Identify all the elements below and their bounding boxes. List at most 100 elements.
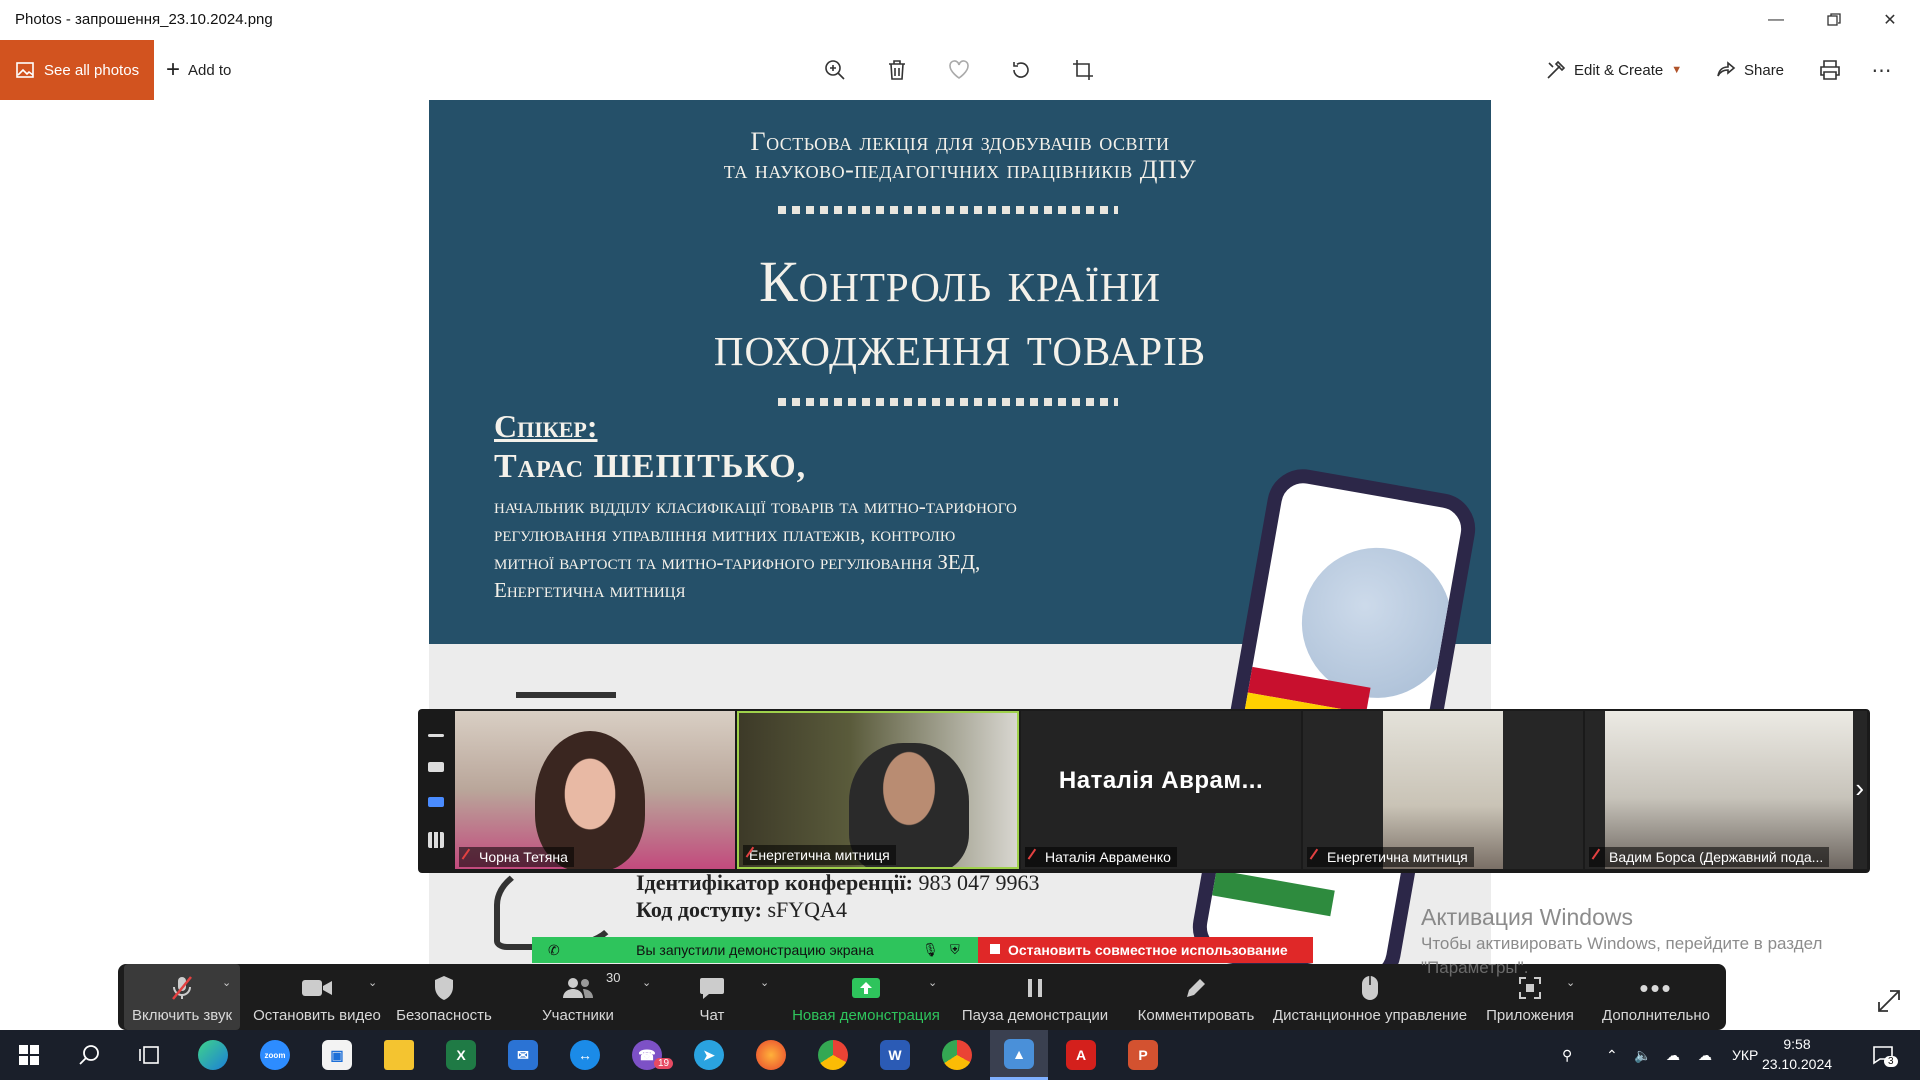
start-icon[interactable]	[0, 1030, 58, 1080]
conference-id: Ідентифікатор конференції: 983 047 9963	[636, 870, 1039, 896]
see-all-photos-button[interactable]: See all photos	[0, 40, 154, 100]
delete-icon[interactable]	[877, 40, 917, 100]
sharing-status-bar[interactable]: ✆ Вы запустили демонстрацию экрана 🎙 ⛨	[532, 937, 978, 963]
excel-icon[interactable]: X	[432, 1030, 490, 1080]
notification-count: 3	[1884, 1056, 1898, 1067]
favorite-icon[interactable]	[939, 40, 979, 100]
fullscreen-expand-icon[interactable]	[1876, 988, 1902, 1014]
minimize-strip-icon[interactable]	[428, 734, 444, 737]
chevron-right-icon[interactable]: ›	[1855, 773, 1864, 804]
video-tile[interactable]: Енергетична митниця	[1303, 711, 1583, 869]
speaker-desc-line: митної вартості та митно-тарифного регул…	[494, 550, 981, 574]
chrome-2-icon[interactable]	[928, 1030, 986, 1080]
video-camera-icon	[301, 973, 333, 1003]
chevron-up-icon[interactable]: ⌄	[222, 976, 231, 989]
strip-view-controls	[418, 709, 454, 873]
system-clock[interactable]: 9:58 23.10.2024	[1752, 1034, 1842, 1074]
chrome-icon[interactable]	[804, 1030, 862, 1080]
edge-icon[interactable]	[184, 1030, 242, 1080]
windows-taskbar: zoom ▣ X ✉ ↔ ☎ 19 ➤ W ▲ A P ⚲ ⌃ 🔈 ☁ ☁ УК…	[0, 1030, 1920, 1080]
task-view-icon[interactable]	[120, 1030, 178, 1080]
unmute-label: Включить звук	[131, 1007, 233, 1024]
restore-icon[interactable]	[1806, 0, 1862, 40]
people-icon[interactable]: ⚲	[1562, 1030, 1572, 1080]
shield-icon	[433, 973, 455, 1003]
annotate-label: Комментировать	[1137, 1007, 1255, 1024]
pause-share-label: Пауза демонстрации	[961, 1007, 1109, 1024]
chevron-up-icon[interactable]: ⌄	[368, 976, 377, 989]
teamviewer-icon[interactable]: ↔	[556, 1030, 614, 1080]
video-tile[interactable]: Чорна Тетяна	[455, 711, 735, 869]
zoom-in-icon[interactable]	[815, 40, 855, 100]
chevron-down-icon: ▼	[1671, 64, 1683, 76]
sharing-status-text: Вы запустили демонстрацию экрана	[636, 942, 874, 958]
video-thumbnail-strip: Чорна Тетяна Енергетична митниця Наталія…	[418, 709, 1870, 873]
powerpoint-icon[interactable]: P	[1114, 1030, 1172, 1080]
chevron-up-icon[interactable]: ⌄	[760, 976, 769, 989]
more-icon[interactable]: ⋯	[1862, 40, 1902, 100]
mail-icon[interactable]: ✉	[494, 1030, 552, 1080]
photos-toolbar: See all photos + Add to Edit & Create ▼ …	[0, 40, 1920, 100]
firefox-icon[interactable]	[742, 1030, 800, 1080]
pause-icon	[1025, 973, 1045, 1003]
video-tile[interactable]: Вадим Борса (Державний пода...	[1585, 711, 1867, 869]
speaker-name: Тарас ШЕПІТЬКО,	[494, 448, 807, 485]
stop-video-button[interactable]: Остановить видео	[252, 964, 382, 1030]
windows-activation-watermark: Активация Windows Чтобы активировать Win…	[1421, 902, 1822, 980]
security-button[interactable]: Безопасность	[394, 964, 494, 1030]
share-button[interactable]: Share	[1716, 40, 1784, 100]
notifications-icon[interactable]: 3	[1872, 1030, 1898, 1080]
chat-button[interactable]: Чат	[682, 964, 742, 1030]
print-icon[interactable]	[1810, 40, 1850, 100]
add-to-button[interactable]: + Add to	[166, 40, 231, 100]
rotate-icon[interactable]	[1001, 40, 1041, 100]
onedrive-icon[interactable]: ☁	[1666, 1030, 1680, 1080]
chevron-up-icon[interactable]: ⌃	[1606, 1030, 1618, 1080]
poster-divider	[778, 398, 1118, 406]
acrobat-icon[interactable]: A	[1052, 1030, 1110, 1080]
store-icon[interactable]: ▣	[308, 1030, 366, 1080]
share-screen-icon	[851, 973, 881, 1003]
annotate-button[interactable]: Комментировать	[1128, 964, 1264, 1030]
chevron-up-icon[interactable]: ⌄	[928, 976, 937, 989]
chevron-up-icon[interactable]: ⌄	[642, 976, 651, 989]
viber-icon[interactable]: ☎ 19	[618, 1030, 676, 1080]
strip-view-icon[interactable]	[428, 797, 444, 807]
explorer-icon[interactable]	[370, 1030, 428, 1080]
access-code-label: Код доступу:	[636, 897, 762, 922]
chat-icon	[699, 973, 725, 1003]
unmute-button[interactable]: Включить звук	[124, 964, 240, 1030]
mic-muted-icon[interactable]: 🎙	[922, 942, 939, 958]
access-code: Код доступу: sFYQA4	[636, 897, 847, 923]
pause-share-button[interactable]: Пауза демонстрации	[960, 964, 1110, 1030]
photos-icon[interactable]: ▲	[990, 1030, 1048, 1080]
security-label: Безопасность	[396, 1007, 492, 1024]
edit-create-button[interactable]: Edit & Create ▼	[1546, 40, 1682, 100]
single-view-icon[interactable]	[428, 762, 444, 772]
grid-view-icon[interactable]	[428, 832, 444, 848]
window-title: Photos - запрошення_23.10.2024.png	[15, 11, 273, 28]
telegram-icon[interactable]: ➤	[680, 1030, 738, 1080]
mic-muted-icon	[171, 973, 193, 1003]
participants-icon	[561, 973, 595, 1003]
volume-icon[interactable]: 🔈	[1634, 1030, 1651, 1080]
close-icon[interactable]: ✕	[1862, 0, 1918, 40]
participant-name: Наталія Авраменко	[1025, 847, 1177, 867]
shield-icon: ⛨	[950, 942, 960, 957]
video-tile[interactable]: Наталія Аврам... Наталія Авраменко	[1021, 711, 1301, 869]
new-share-button[interactable]: Новая демонстрация	[792, 964, 940, 1030]
participant-display-name: Наталія Аврам...	[1058, 767, 1264, 794]
video-tile-active[interactable]: Енергетична митниця	[737, 711, 1019, 869]
speaker-desc-line: Енергетична митниця	[494, 578, 686, 602]
stop-sharing-button[interactable]: Остановить совместное использование	[978, 937, 1313, 963]
cloud-icon[interactable]: ☁	[1698, 1030, 1712, 1080]
search-icon[interactable]	[60, 1030, 118, 1080]
watermark-line: "Параметры".	[1421, 958, 1529, 977]
zoom-icon[interactable]: zoom	[246, 1030, 304, 1080]
poster-title-line1: Контроль країни	[758, 249, 1162, 314]
poster-divider	[778, 206, 1118, 214]
word-icon[interactable]: W	[866, 1030, 924, 1080]
minimize-icon[interactable]: —	[1748, 0, 1804, 40]
crop-icon[interactable]	[1063, 40, 1103, 100]
mouse-icon	[1361, 973, 1379, 1003]
